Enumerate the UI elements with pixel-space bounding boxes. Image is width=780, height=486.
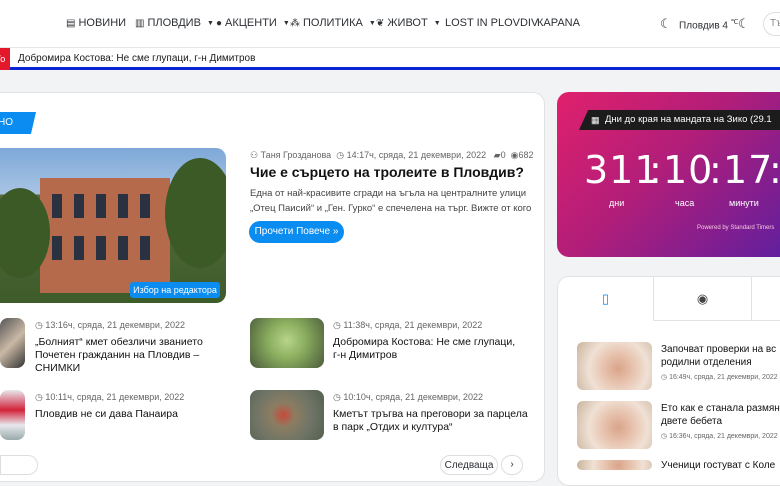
post-thumbnail[interactable]: [250, 318, 324, 368]
nav-item-novini[interactable]: ▤ НОВИНИ: [66, 17, 126, 29]
side-post-thumbnail[interactable]: [577, 460, 652, 470]
moon-icon[interactable]: ☾: [660, 16, 672, 32]
clock-icon: ◷: [35, 320, 43, 330]
clock-icon: ◷: [333, 320, 341, 330]
countdown-minutes: 17: [723, 148, 774, 192]
chevron-right-icon[interactable]: ›: [501, 455, 523, 475]
post-thumbnail[interactable]: [0, 390, 25, 440]
side-post-title[interactable]: Ето как е станала размяна двете бебета: [661, 402, 780, 428]
countdown-widget: ▦ Дни до края на мандата на Зико (29.1 31…: [557, 92, 780, 257]
post-title[interactable]: „Болният“ кмет обезличи званието Почетен…: [35, 336, 225, 375]
newspaper-icon: ▤: [66, 17, 76, 29]
tab-recent[interactable]: ▯: [558, 277, 654, 321]
clock-icon: ◷: [661, 374, 668, 381]
clock-icon: ◷: [336, 150, 345, 160]
nav-item-plovdiv[interactable]: ▥ ПЛОВДИВ ▼: [135, 17, 214, 29]
leaf-icon: ❦: [376, 17, 385, 29]
clock-icon: ◷: [661, 433, 668, 440]
side-post-meta: ◷ 16:49ч, сряда, 21 декември, 2022: [661, 374, 778, 381]
tab-popular[interactable]: ◉: [654, 277, 752, 321]
post-thumbnail[interactable]: [0, 318, 25, 368]
dark-mode-toggle-icon[interactable]: ☾: [738, 16, 750, 32]
minutes-label: минути: [729, 198, 759, 208]
post-title[interactable]: Пловдив не си дава Панаира: [35, 408, 225, 421]
side-post-title[interactable]: Започват проверки на вс родилни отделени…: [661, 343, 780, 369]
side-post-meta: ◷ 16:36ч, сряда, 21 декември, 2022: [661, 433, 778, 440]
read-more-button[interactable]: Прочети Повече »: [249, 221, 344, 243]
eye-icon: ◉: [696, 291, 709, 306]
user-icon: ⚇: [250, 150, 259, 160]
editor-choice-badge: Избор на редактора: [130, 282, 220, 298]
clock-icon: ◷: [35, 392, 43, 402]
weather-widget: Пловдив 4 ℃: [679, 19, 739, 32]
post-meta: ◷ 10:10ч, сряда, 21 декември, 2022: [333, 392, 483, 402]
nav-item-akcenti[interactable]: ● АКЦЕНТИ ▼: [216, 17, 290, 29]
calendar-icon: ▦: [591, 115, 600, 125]
nav-item-politika[interactable]: ⁂ ПОЛИТИКА ▼: [290, 17, 376, 29]
countdown-header: ▦ Дни до края на мандата на Зико (29.1: [579, 110, 780, 130]
chevron-down-icon: ▼: [206, 19, 214, 27]
side-post-title[interactable]: Ученици гостуват с Коле: [661, 459, 780, 472]
nav-item-zhivot[interactable]: ❦ ЖИВОТ ▼: [376, 17, 441, 29]
chevron-down-icon: ▼: [433, 19, 441, 27]
pin-icon: ●: [216, 17, 223, 29]
post-meta: ◷ 10:11ч, сряда, 21 декември, 2022: [35, 392, 185, 402]
nav-item-karana[interactable]: КАРАNA: [537, 17, 580, 29]
side-post-thumbnail[interactable]: [577, 401, 652, 449]
ticker-tag: Го: [0, 48, 10, 70]
post-meta: ◷ 11:38ч, сряда, 21 декември, 2022: [333, 320, 483, 330]
post-title[interactable]: Кметът тръгва на преговори за парцела в …: [333, 408, 528, 434]
countdown-credit: Powered by Standard Timers: [697, 225, 775, 231]
post-thumbnail[interactable]: [250, 390, 324, 440]
post-meta: ◷ 13:16ч, сряда, 21 декември, 2022: [35, 320, 185, 330]
chevron-down-icon: ▼: [368, 19, 376, 27]
ticker-headline[interactable]: Добромира Костова: Не сме глупаци, г-н Д…: [18, 53, 255, 64]
previous-button[interactable]: [0, 455, 38, 475]
hero-image[interactable]: [0, 148, 226, 303]
document-icon: ▯: [601, 291, 610, 306]
nav-item-lost-in-plovdiv[interactable]: LOST IN PLOVDIV: [445, 17, 538, 29]
section-tag: НО: [0, 112, 36, 134]
top-navigation: ▤ НОВИНИ ▥ ПЛОВДИВ ▼ ● АКЦЕНТИ ▼ ⁂ ПОЛИТИКА ▼ ❦…: [0, 0, 780, 48]
hours-label: часа: [675, 198, 695, 208]
tab-comments[interactable]: [752, 277, 780, 321]
building-illustration: [40, 178, 170, 293]
hero-excerpt: Една от най-красивите сгради на ъгъла на…: [250, 188, 532, 214]
days-label: дни: [609, 198, 625, 208]
search-input[interactable]: Тър: [763, 12, 780, 36]
side-post-thumbnail[interactable]: [577, 342, 652, 390]
hero-title[interactable]: Чие е сърцето на тролеите в Пловдив?: [250, 164, 524, 180]
next-page-button[interactable]: Следваща: [440, 455, 498, 475]
breaking-news-ticker: Го Добромира Костова: Не сме глупаци, г-…: [0, 48, 780, 70]
chevron-down-icon: ▼: [282, 19, 290, 27]
post-title[interactable]: Добромира Костова: Не сме глупаци, г-н Д…: [333, 336, 523, 362]
building-icon: ▥: [135, 17, 145, 29]
countdown-hours: 10: [663, 148, 714, 192]
clock-icon: ◷: [333, 392, 341, 402]
people-icon: ⁂: [290, 17, 300, 29]
hero-meta: ⚇ Таня Грозданова ◷ 14:17ч, сряда, 21 де…: [250, 150, 534, 160]
comment-icon: ▰: [493, 150, 501, 160]
